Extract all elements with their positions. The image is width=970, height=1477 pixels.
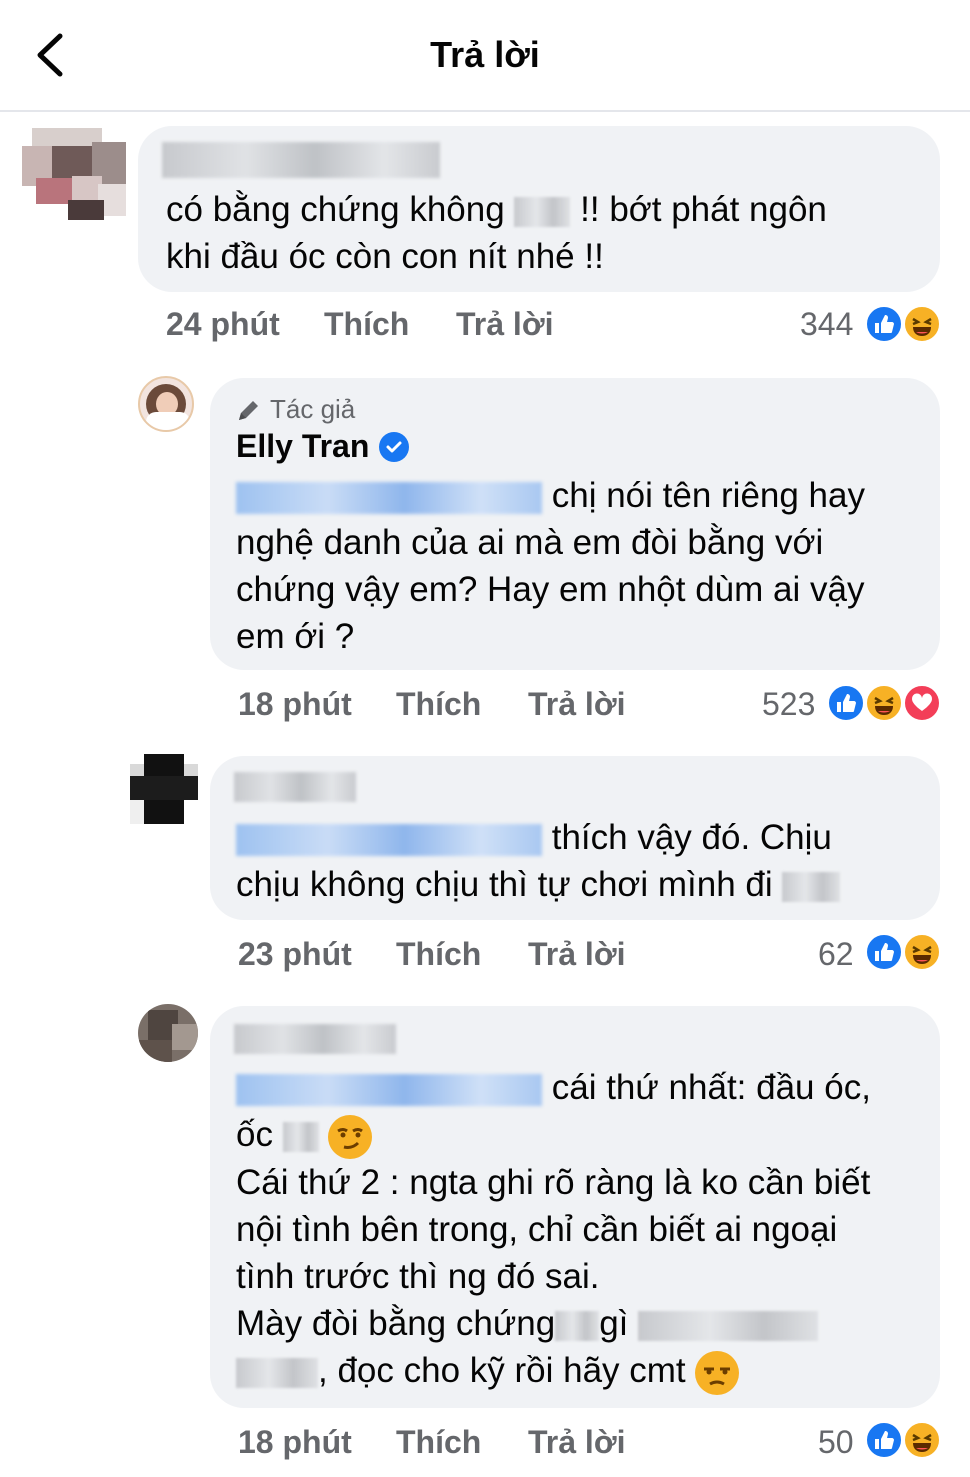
- comment-text-part: cái thứ nhất: đầu óc,: [551, 1068, 871, 1107]
- comment-text-part: thích vậy đó. Chịu: [551, 818, 832, 857]
- comment-text: chị nói tên riêng hay nghệ danh của ai m…: [236, 472, 865, 660]
- haha-icon: [902, 932, 942, 972]
- comment-text-part: chịu không chịu thì tự chơi mình đi: [236, 865, 773, 904]
- verified-badge-icon: [379, 431, 410, 462]
- like-button[interactable]: Thích: [396, 936, 481, 973]
- redacted-word: [782, 871, 841, 902]
- comment-text-part: !! bớt phát ngôn: [580, 190, 827, 229]
- like-icon: [864, 304, 904, 344]
- comment-time: 23 phút: [238, 936, 352, 972]
- reaction-count[interactable]: 344: [800, 306, 853, 343]
- reply-button[interactable]: Trả lời: [528, 1424, 625, 1461]
- author-tag-label: Tác giả: [270, 394, 356, 424]
- redacted-mention[interactable]: [236, 481, 542, 514]
- redacted-word: [236, 1357, 318, 1388]
- reply-button[interactable]: Trả lời: [456, 306, 553, 343]
- haha-icon: [902, 1420, 942, 1460]
- unamused-emoji-icon: [695, 1350, 740, 1395]
- comment-text-part: khi đầu óc còn con nít nhé !!: [166, 237, 604, 276]
- comment-time: 18 phút: [238, 1424, 352, 1460]
- comment-text-part: , đọc cho kỹ rồi hãy cmt: [318, 1350, 686, 1390]
- comment-text: có bằng chứng không !! bớt phát ngôn khi…: [166, 186, 827, 280]
- like-button[interactable]: Thích: [396, 686, 481, 723]
- comment-text-part: Mày đòi bằng chứng: [236, 1303, 556, 1343]
- avatar[interactable]: [22, 128, 126, 220]
- reaction-count[interactable]: 50: [818, 1424, 854, 1461]
- author-name-text: Elly Tran: [236, 428, 370, 464]
- comment-text: cái thứ nhất: đầu óc, ốc Cái thứ 2 : ngt…: [236, 1064, 871, 1395]
- comment-text-part: nội tình bên trong, chỉ cần biết ai ngoạ…: [236, 1209, 838, 1249]
- like-button[interactable]: Thích: [324, 306, 409, 343]
- redacted-word: [555, 1310, 600, 1341]
- redacted-word: [514, 196, 571, 227]
- header-bar: Trả lời: [0, 0, 970, 112]
- like-icon: [826, 683, 866, 723]
- reply-button[interactable]: Trả lời: [528, 686, 625, 723]
- comment-text-part: chị nói tên riêng hay: [551, 476, 865, 515]
- comment-text-part: có bằng chứng không: [166, 190, 505, 229]
- author-name[interactable]: Elly Tran: [236, 428, 410, 465]
- reply-button[interactable]: Trả lời: [528, 936, 625, 973]
- smirk-emoji-icon: [328, 1114, 373, 1159]
- love-icon: [902, 683, 942, 723]
- comment-text-part: chứng vậy em? Hay em nhột dùm ai vậy: [236, 570, 865, 609]
- like-icon: [864, 1420, 904, 1460]
- redacted-author-name: [234, 1024, 396, 1054]
- comment-text-part: em ới ?: [236, 617, 355, 656]
- redacted-author-name: [162, 142, 440, 178]
- comment-text-part: Cái thứ 2 : ngta ghi rõ ràng là ko cần b…: [236, 1162, 871, 1202]
- pencil-icon: [239, 400, 258, 420]
- comment-text-part: ốc: [236, 1115, 273, 1154]
- page-title: Trả lời: [430, 34, 540, 75]
- redacted-word: [638, 1310, 819, 1341]
- haha-icon: [902, 304, 942, 344]
- reaction-count[interactable]: 62: [818, 936, 854, 973]
- redacted-word: [282, 1121, 319, 1152]
- comment-text: thích vậy đó. Chịu chịu không chịu thì t…: [236, 814, 841, 908]
- redacted-mention[interactable]: [236, 823, 542, 856]
- like-button[interactable]: Thích: [396, 1424, 481, 1461]
- avatar[interactable]: [138, 1004, 198, 1062]
- avatar[interactable]: [130, 754, 198, 824]
- comment-text-part: nghệ danh của ai mà em đòi bằng với: [236, 523, 824, 562]
- comment-time: 18 phút: [238, 686, 352, 722]
- comment-time: 24 phút: [166, 306, 280, 342]
- haha-icon: [864, 683, 904, 723]
- author-avatar[interactable]: [138, 376, 194, 432]
- redacted-mention[interactable]: [236, 1073, 542, 1106]
- author-badge: Tác giả: [236, 394, 355, 425]
- reaction-count[interactable]: 523: [762, 686, 815, 723]
- like-icon: [864, 932, 904, 972]
- comment-text-part: tình trước thì ng đó sai.: [236, 1256, 600, 1296]
- comment-text-part: gì: [599, 1303, 629, 1343]
- redacted-author-name: [234, 772, 356, 802]
